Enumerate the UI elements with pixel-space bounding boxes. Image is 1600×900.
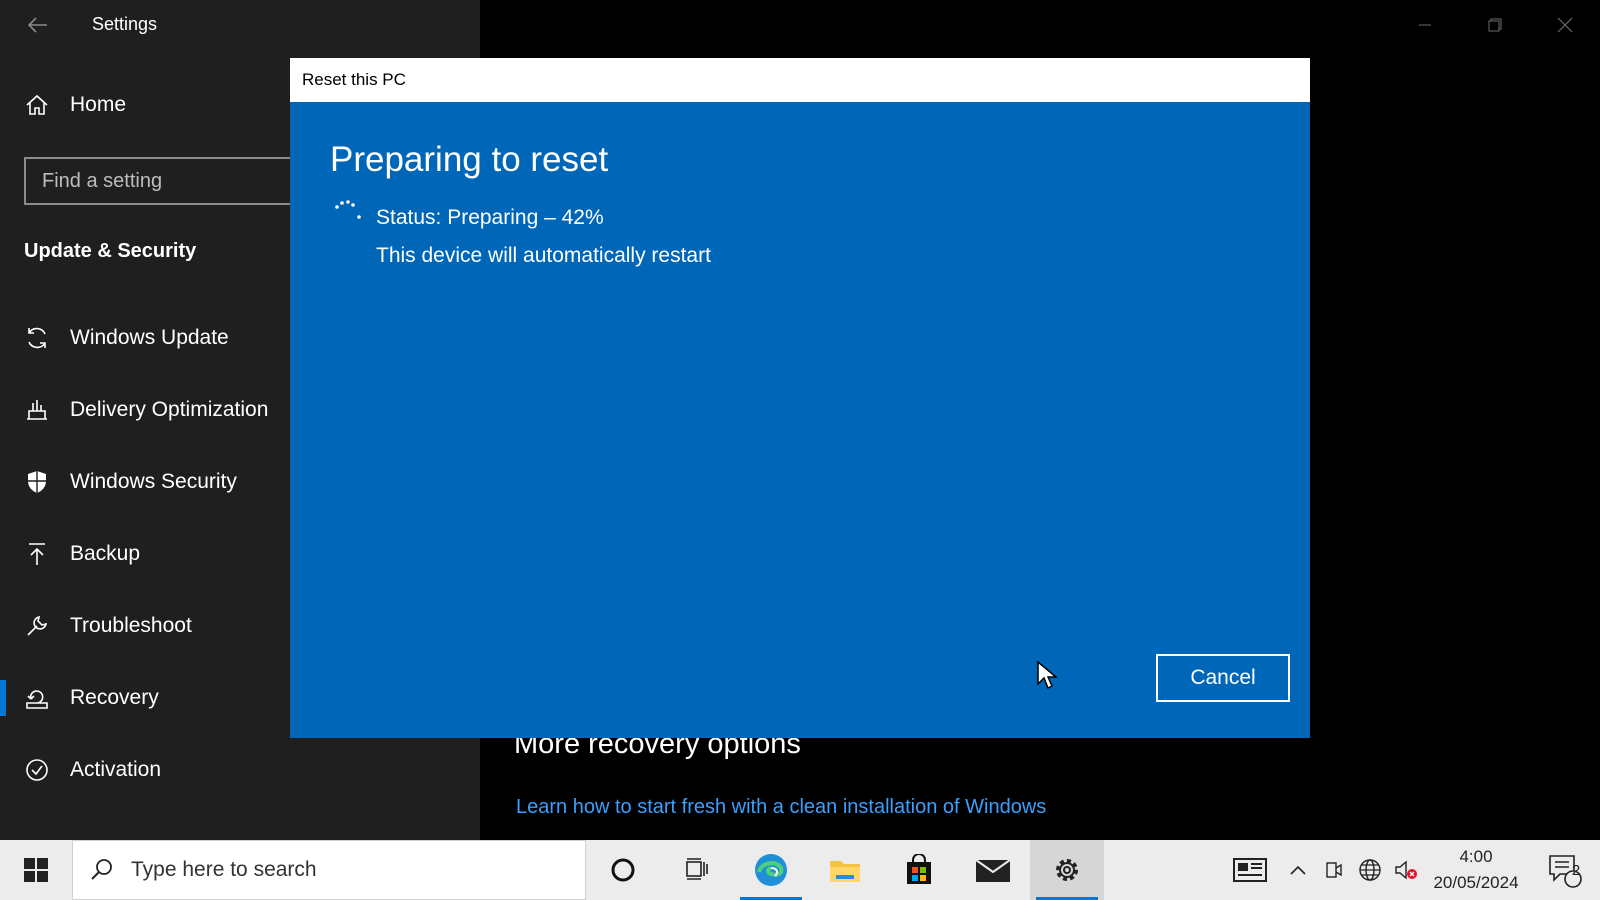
show-hidden-icons-button[interactable] (1280, 840, 1316, 900)
gear-icon (1056, 859, 1078, 881)
window-controls (1390, 0, 1600, 50)
edge-button[interactable] (734, 840, 808, 900)
screen: Settings Home Find a setting Update & Se… (0, 0, 1600, 900)
wrench-icon (24, 613, 50, 639)
camera-icon (1326, 862, 1342, 878)
taskbar: Type here to search 4:00 20/05/2024 2 (0, 840, 1600, 900)
cancel-button[interactable]: Cancel (1156, 654, 1290, 702)
find-setting-input[interactable]: Find a setting (24, 157, 324, 205)
close-button[interactable] (1530, 0, 1600, 50)
close-icon (1557, 17, 1573, 33)
find-setting-placeholder: Find a setting (42, 169, 163, 192)
store-bag-icon (907, 854, 931, 884)
clock-date: 20/05/2024 (1433, 873, 1519, 892)
mail-button[interactable] (956, 840, 1030, 900)
action-center-button[interactable]: 2 (1528, 840, 1600, 900)
reset-status: Status: Preparing – 42% (376, 206, 604, 229)
volume-button[interactable] (1388, 840, 1424, 900)
folder-icon (830, 861, 860, 882)
sidebar-item-label: Recovery (70, 686, 159, 709)
taskbar-search-box[interactable]: Type here to search (72, 840, 586, 900)
sidebar-item-activation[interactable]: Activation (0, 734, 480, 806)
dialog-titlebar: Reset this PC (290, 58, 1310, 102)
reset-pc-dialog: Reset this PC Preparing to reset Status:… (290, 58, 1310, 738)
start-button[interactable] (0, 840, 72, 900)
app-title: Settings (92, 14, 158, 34)
restore-icon (1488, 18, 1502, 32)
refresh-icon (24, 325, 50, 351)
restart-note: This device will automatically restart (376, 244, 711, 267)
meet-now-button[interactable] (1316, 840, 1352, 900)
taskbar-search-placeholder: Type here to search (131, 858, 317, 881)
taskbar-clock[interactable]: 4:00 20/05/2024 (1424, 844, 1528, 896)
windows-logo-icon (24, 858, 48, 882)
settings-taskbar-button[interactable] (1030, 840, 1104, 900)
sidebar-item-label: Backup (70, 542, 141, 565)
mail-envelope-icon (975, 859, 1011, 882)
chevron-up-icon (1290, 865, 1306, 875)
mouse-cursor-icon (1037, 660, 1058, 690)
shield-icon (24, 469, 50, 495)
cortana-circle-icon (611, 858, 635, 882)
home-label: Home (70, 93, 127, 116)
delivery-icon (24, 397, 50, 423)
restore-button[interactable] (1460, 0, 1530, 50)
minimize-button[interactable] (1390, 0, 1460, 50)
edge-browser-icon (755, 854, 787, 886)
task-view-icon (686, 858, 708, 880)
section-title: Update & Security (24, 240, 197, 262)
sidebar-item-label: Troubleshoot (70, 614, 192, 637)
check-circle-icon (24, 757, 50, 783)
cortana-button[interactable] (586, 840, 660, 900)
dialog-title: Reset this PC (302, 70, 406, 89)
news-widget-button[interactable] (1220, 840, 1280, 900)
network-button[interactable] (1352, 840, 1388, 900)
sidebar-item-label: Activation (70, 758, 162, 781)
dialog-heading: Preparing to reset (330, 140, 609, 179)
back-button[interactable] (22, 10, 52, 40)
sidebar-item-label: Windows Update (70, 326, 229, 349)
sidebar-item-label: Windows Security (70, 470, 237, 493)
clock-time: 4:00 (1459, 847, 1493, 866)
home-icon (24, 92, 50, 118)
clean-install-link[interactable]: Learn how to start fresh with a clean in… (516, 796, 1046, 819)
back-arrow-icon (27, 17, 47, 33)
home-nav-item[interactable]: Home (24, 92, 126, 118)
upload-arrow-icon (24, 541, 50, 567)
recovery-icon (24, 685, 50, 711)
notification-count: 2 (1571, 862, 1581, 879)
search-icon (91, 859, 112, 880)
minimize-icon (1419, 24, 1431, 26)
store-button[interactable] (882, 840, 956, 900)
spinner-icon (335, 200, 361, 219)
file-explorer-button[interactable] (808, 840, 882, 900)
volume-muted-icon (1395, 860, 1417, 880)
system-tray: 4:00 20/05/2024 2 (1220, 840, 1600, 900)
globe-icon (1359, 859, 1381, 881)
task-view-button[interactable] (660, 840, 734, 900)
sidebar-item-label: Delivery Optimization (70, 398, 269, 421)
news-icon (1233, 858, 1267, 882)
active-indicator (0, 680, 6, 716)
